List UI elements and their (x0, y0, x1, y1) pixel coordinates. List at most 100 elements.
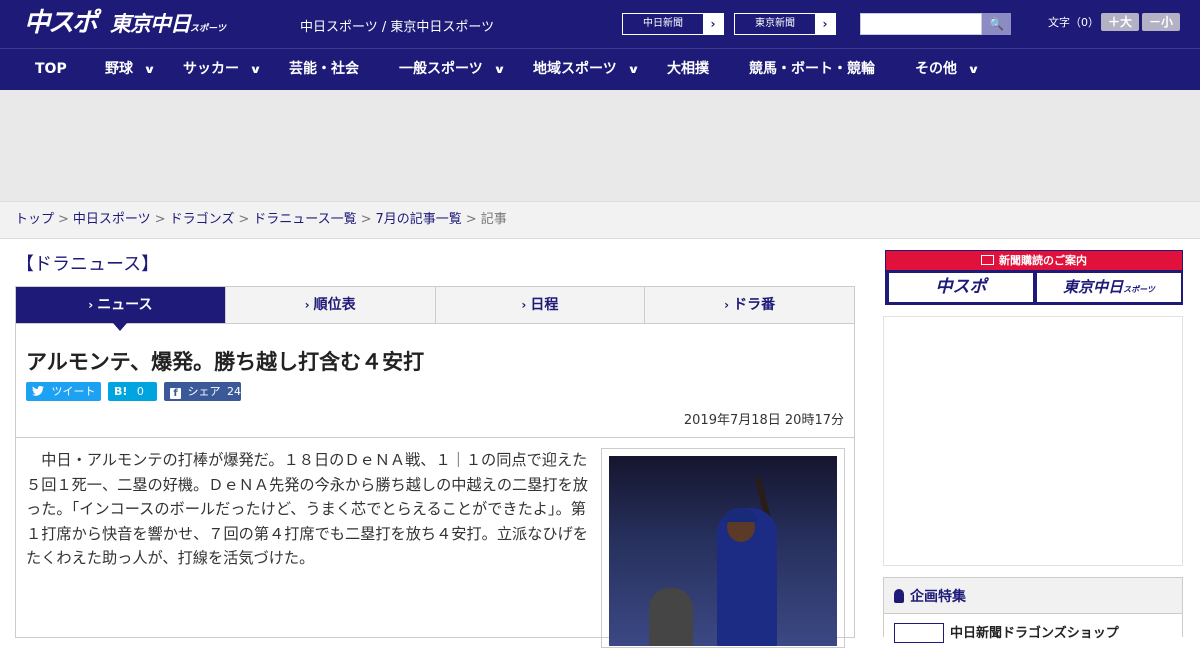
subscribe-tokyo-main: 東京中日 (1063, 278, 1124, 296)
breadcrumb-link-dra-news-list[interactable]: ドラニュース一覧 (253, 212, 356, 227)
tweet-button[interactable]: ツイート (26, 382, 101, 401)
tokyo-logo-sub: スポーツ (190, 24, 226, 34)
nav-item-other[interactable]: その他 ∨ (915, 49, 980, 91)
nav-item-entertainment[interactable]: 芸能・社会 (289, 49, 359, 91)
feature-title-text: 企画特集 (910, 589, 966, 605)
article-photo-frame[interactable] (601, 448, 845, 648)
chevron-right-icon: › (304, 298, 310, 312)
nav-label: 一般スポーツ (399, 61, 483, 77)
feature-item-label: 中日新聞ドラゴンズショップ (950, 626, 1119, 641)
breadcrumb: トップ > 中日スポーツ > ドラゴンズ > ドラニュース一覧 >7月の記事一覧 > 記事 (0, 201, 1200, 239)
article-text: 中日・アルモンテの打棒が爆発だ。１８日のＤｅＮＡ戦、１｜１の同点で迎えた５回１死… (26, 451, 588, 567)
breadcrumb-link-top[interactable]: トップ (15, 212, 54, 227)
nav-item-soccer[interactable]: サッカー ∨ (183, 49, 262, 91)
tab-label: ニュース (97, 297, 153, 313)
feature-title: 企画特集 (894, 586, 966, 606)
search-input[interactable] (860, 13, 982, 35)
ext-link-label: 東京新聞 (755, 18, 795, 29)
article-body: 中日・アルモンテの打棒が爆発だ。１８日のＤｅＮＡ戦、１｜１の同点で迎えた５回１死… (15, 438, 855, 648)
breadcrumb-link-july-articles[interactable]: 7月の記事一覧 (376, 212, 462, 227)
nav-label: 大相撲 (667, 61, 709, 77)
chevron-right-icon: › (724, 298, 730, 312)
article-header: アルモンテ、爆発。勝ち越し打含む４安打 ツイート B! 0 f シェア 24 2… (15, 324, 855, 438)
chevron-right-icon: › (815, 14, 835, 34)
stadium-sign-decoration (767, 496, 837, 526)
feature-item[interactable]: 中日新聞ドラゴンズショップ (884, 613, 1182, 643)
facebook-share-label: シェア (187, 385, 221, 398)
font-size-label: 文字（0） (1048, 16, 1099, 29)
tokyo-shimbun-link[interactable]: 東京新聞 › (734, 13, 836, 35)
facebook-share-button[interactable]: f シェア 24 (164, 382, 241, 401)
breadcrumb-link-chunichi-sports[interactable]: 中日スポーツ (73, 212, 151, 227)
breadcrumb-separator: > (360, 212, 372, 227)
breadcrumb-separator: > (465, 212, 477, 227)
tab-schedule[interactable]: › 日程 (435, 287, 646, 323)
ribbon-icon (894, 589, 904, 603)
subscription-banner[interactable]: 新聞購読のご案内 中スポ 東京中日スポーツ (885, 250, 1183, 305)
breadcrumb-link-dragons[interactable]: ドラゴンズ (170, 212, 235, 227)
nav-item-sumo[interactable]: 大相撲 (667, 49, 709, 91)
hatena-bookmark-button[interactable]: B! 0 (108, 382, 157, 401)
nav-item-general-sports[interactable]: 一般スポーツ ∨ (399, 49, 506, 91)
subscribe-tokyo-chunichi[interactable]: 東京中日スポーツ (1037, 273, 1181, 302)
sidebar-ad (883, 316, 1183, 566)
chevron-down-icon: ∨ (492, 63, 506, 76)
twitter-icon (32, 385, 44, 398)
section-tabs: › ニュース › 順位表 › 日程 › ドラ番 (15, 286, 855, 331)
ext-link-label: 中日新聞 (643, 18, 683, 29)
facebook-share-count: 24 (227, 385, 241, 398)
breadcrumb-current: 記事 (480, 212, 507, 227)
breadcrumb-separator: > (154, 212, 166, 227)
tab-label: 日程 (530, 297, 559, 313)
breadcrumb-separator: > (58, 212, 69, 227)
feature-thumbnail (894, 623, 944, 643)
chevron-right-icon: › (88, 298, 94, 312)
site-header: 中スポ 東京中日スポーツ 中日スポーツ / 東京中日スポーツ 中日新聞 › 東京… (0, 0, 1200, 48)
font-bigger-button[interactable]: ＋大 (1101, 13, 1139, 31)
main-nav: TOP 野球 ∨ サッカー ∨ 芸能・社会 一般スポーツ ∨ 地域スポーツ ∨ 大相撲 … (0, 48, 1200, 90)
feature-box: 企画特集 中日新聞ドラゴンズショップ (883, 577, 1183, 643)
tokyo-chunichi-logo[interactable]: 東京中日スポーツ (110, 10, 226, 40)
nav-label: TOP (35, 61, 67, 77)
chevron-down-icon: ∨ (143, 63, 156, 76)
subscribe-chunichi-sports[interactable]: 中スポ (889, 273, 1033, 302)
tweet-label: ツイート (51, 385, 96, 398)
search-button[interactable]: 🔍 (982, 13, 1011, 35)
publish-date: 2019年7月18日 20時17分 (683, 413, 844, 428)
subscription-heading-text: 新聞購読のご案内 (999, 254, 1087, 267)
chunichi-shimbun-link[interactable]: 中日新聞 › (622, 13, 724, 35)
nav-item-regional-sports[interactable]: 地域スポーツ ∨ (533, 49, 640, 91)
article-title: アルモンテ、爆発。勝ち越し打含む４安打 (26, 350, 425, 374)
subscribe-tokyo-sub: スポーツ (1123, 285, 1155, 294)
nav-item-top[interactable]: TOP (35, 49, 67, 91)
nav-item-racing[interactable]: 競馬・ボート・競輪 (749, 49, 875, 91)
hatena-icon: B! (114, 385, 128, 398)
tab-label: 順位表 (313, 297, 356, 313)
site-names: 中日スポーツ / 東京中日スポーツ (300, 20, 495, 35)
nav-label: 芸能・社会 (289, 61, 359, 77)
chevron-down-icon: ∨ (967, 63, 980, 76)
catcher-shape (649, 588, 693, 646)
section-title: 【ドラニュース】 (16, 254, 160, 275)
facebook-icon: f (170, 388, 181, 399)
subscription-heading: 新聞購読のご案内 (886, 251, 1182, 270)
nav-label: 野球 (105, 61, 133, 77)
top-ad-area (0, 90, 1200, 201)
breadcrumb-separator: > (238, 212, 250, 227)
nav-item-baseball[interactable]: 野球 ∨ (105, 49, 156, 91)
nav-label: サッカー (183, 61, 239, 77)
tokyo-logo-main: 東京中日 (110, 12, 191, 36)
chevron-right-icon: › (703, 14, 723, 34)
chunichi-sports-logo[interactable]: 中スポ (24, 6, 98, 40)
search-icon: 🔍 (989, 17, 1004, 31)
nav-label: その他 (915, 61, 957, 77)
tab-reporter[interactable]: › ドラ番 (645, 287, 854, 323)
tab-news[interactable]: › ニュース (16, 287, 226, 331)
tab-standings[interactable]: › 順位表 (225, 287, 436, 323)
font-smaller-button[interactable]: －小 (1142, 13, 1180, 31)
chevron-right-icon: › (521, 298, 527, 312)
chevron-down-icon: ∨ (626, 63, 640, 76)
hatena-count: 0 (136, 385, 144, 398)
chevron-down-icon: ∨ (249, 63, 262, 76)
newspaper-icon (981, 255, 994, 265)
